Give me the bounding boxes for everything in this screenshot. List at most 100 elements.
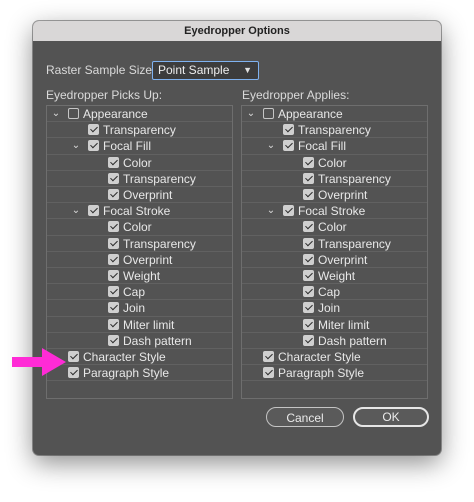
applies-row-paragraph-style: Paragraph Style xyxy=(242,365,427,382)
applies-row-cap: Cap xyxy=(242,284,427,301)
picks-row-focal-fill: ⌄ Focal Fill xyxy=(47,138,232,155)
disclosure-chevron-icon[interactable]: ⌄ xyxy=(71,205,81,217)
chevron-down-icon: ▼ xyxy=(243,65,252,75)
picks-label-paragraph-style: Paragraph Style xyxy=(83,366,170,381)
applies-label-miter-limit: Miter limit xyxy=(318,317,370,332)
disclosure-chevron-icon[interactable]: ⌄ xyxy=(266,140,276,152)
raster-sample-size-select[interactable]: Point Sample ▼ xyxy=(152,61,259,80)
picks-checkbox-transparency[interactable] xyxy=(88,124,99,136)
applies-label-cap: Cap xyxy=(318,285,341,300)
picks-checkbox-focal-stroke[interactable] xyxy=(88,205,99,217)
dialog-title: Eyedropper Options xyxy=(33,21,441,41)
applies-checkbox-focal-fill[interactable] xyxy=(283,140,294,152)
cancel-button[interactable]: Cancel xyxy=(266,407,344,427)
picks-label-character-style: Character Style xyxy=(83,350,166,364)
applies-row-miter-limit: Miter limit xyxy=(242,317,427,333)
applies-checkbox-color[interactable] xyxy=(303,156,314,168)
picks-checkbox-cap[interactable] xyxy=(108,286,119,298)
picks-checkbox-miter-limit[interactable] xyxy=(108,318,119,330)
picks-row-paragraph-style: Paragraph Style xyxy=(47,365,232,382)
applies-label-character-style: Character Style xyxy=(278,350,361,364)
applies-checkbox-miter-limit[interactable] xyxy=(303,318,314,330)
picks-row-appearance: ⌄ Appearance xyxy=(47,106,232,123)
picks-row-transparency: Transparency xyxy=(47,122,232,139)
applies-row-overprint: Overprint xyxy=(242,187,427,204)
applies-checkbox-overprint[interactable] xyxy=(303,189,314,200)
picks-row-character-style: Character Style xyxy=(47,349,232,366)
picks-label-transparency: Transparency xyxy=(123,171,196,186)
applies-row-transparency: Transparency xyxy=(242,236,427,252)
picks-checkbox-focal-fill[interactable] xyxy=(88,140,99,152)
picks-checkbox-overprint[interactable] xyxy=(108,189,119,200)
picks-label-appearance: Appearance xyxy=(83,107,148,121)
picks-checkbox-join[interactable] xyxy=(108,302,119,314)
picks-label-focal-stroke: Focal Stroke xyxy=(103,204,171,219)
applies-label-focal-fill: Focal Fill xyxy=(298,139,347,154)
applies-label-overprint: Overprint xyxy=(318,252,368,267)
picks-row-transparency: Transparency xyxy=(47,236,232,252)
applies-checkbox-focal-stroke[interactable] xyxy=(283,205,294,217)
applies-checkbox-overprint[interactable] xyxy=(303,253,314,265)
picks-label-join: Join xyxy=(123,301,146,316)
applies-checkbox-transparency[interactable] xyxy=(283,124,294,136)
picks-checkbox-weight[interactable] xyxy=(108,270,119,281)
picks-checkbox-color[interactable] xyxy=(108,156,119,168)
applies-checkbox-dash-pattern[interactable] xyxy=(303,334,314,346)
disclosure-chevron-icon[interactable]: ⌄ xyxy=(266,205,276,217)
picks-label-color: Color xyxy=(123,220,152,235)
applies-checkbox-appearance[interactable] xyxy=(263,108,274,119)
raster-sample-size-label: Raster Sample Size: xyxy=(46,63,156,77)
picks-label-transparency: Transparency xyxy=(103,123,176,138)
applies-row-color: Color xyxy=(242,219,427,236)
picks-row-focal-stroke: ⌄ Focal Stroke xyxy=(47,203,232,220)
applies-label-color: Color xyxy=(318,155,347,170)
picks-checkbox-overprint[interactable] xyxy=(108,253,119,265)
applies-checkbox-weight[interactable] xyxy=(303,270,314,281)
applies-checkbox-join[interactable] xyxy=(303,302,314,314)
disclosure-chevron-icon[interactable]: ⌄ xyxy=(71,140,81,152)
applies-checkbox-paragraph-style[interactable] xyxy=(263,367,274,379)
picks-row-color: Color xyxy=(47,155,232,171)
applies-row-appearance: ⌄ Appearance xyxy=(242,106,427,123)
applies-label-transparency: Transparency xyxy=(318,171,391,186)
picks-label-weight: Weight xyxy=(123,269,161,283)
picks-checkbox-color[interactable] xyxy=(108,221,119,233)
applies-checkbox-character-style[interactable] xyxy=(263,351,274,362)
applies-label-appearance: Appearance xyxy=(278,107,343,121)
applies-label-paragraph-style: Paragraph Style xyxy=(278,366,365,381)
picks-row-miter-limit: Miter limit xyxy=(47,317,232,333)
picks-checkbox-transparency[interactable] xyxy=(108,172,119,184)
picks-checkbox-dash-pattern[interactable] xyxy=(108,334,119,346)
applies-label-color: Color xyxy=(318,220,347,235)
picks-row-dash-pattern: Dash pattern xyxy=(47,333,232,349)
applies-label-dash-pattern: Dash pattern xyxy=(318,333,387,348)
pointer-arrow-icon xyxy=(12,348,66,376)
eyedropper-options-dialog: Eyedropper Options Raster Sample Size: P… xyxy=(33,21,441,455)
applies-row-join: Join xyxy=(242,300,427,317)
picks-checkbox-paragraph-style[interactable] xyxy=(68,367,79,379)
picks-label-miter-limit: Miter limit xyxy=(123,317,175,332)
picks-label-color: Color xyxy=(123,155,152,170)
raster-sample-size-value: Point Sample xyxy=(158,63,230,77)
applies-label-transparency: Transparency xyxy=(318,236,391,251)
applies-row-focal-stroke: ⌄ Focal Stroke xyxy=(242,203,427,220)
applies-label-focal-stroke: Focal Stroke xyxy=(298,204,366,219)
applies-tree: ⌄ Appearance Transparency ⌄ Focal Fill Color T… xyxy=(241,105,428,399)
applies-checkbox-transparency[interactable] xyxy=(303,172,314,184)
ok-button[interactable]: OK xyxy=(353,407,429,427)
applies-checkbox-color[interactable] xyxy=(303,221,314,233)
applies-row-focal-fill: ⌄ Focal Fill xyxy=(242,138,427,155)
picks-checkbox-transparency[interactable] xyxy=(108,237,119,249)
applies-checkbox-transparency[interactable] xyxy=(303,237,314,249)
picks-label-cap: Cap xyxy=(123,285,146,300)
applies-label-overprint: Overprint xyxy=(318,188,368,202)
picks-checkbox-appearance[interactable] xyxy=(68,108,79,119)
disclosure-chevron-icon[interactable]: ⌄ xyxy=(51,108,61,120)
picks-label-dash-pattern: Dash pattern xyxy=(123,333,192,348)
disclosure-chevron-icon[interactable]: ⌄ xyxy=(246,108,256,120)
applies-row-transparency: Transparency xyxy=(242,171,427,187)
picks-checkbox-character-style[interactable] xyxy=(68,351,79,362)
picks-row-weight: Weight xyxy=(47,268,232,285)
picks-row-transparency: Transparency xyxy=(47,171,232,187)
applies-checkbox-cap[interactable] xyxy=(303,286,314,298)
